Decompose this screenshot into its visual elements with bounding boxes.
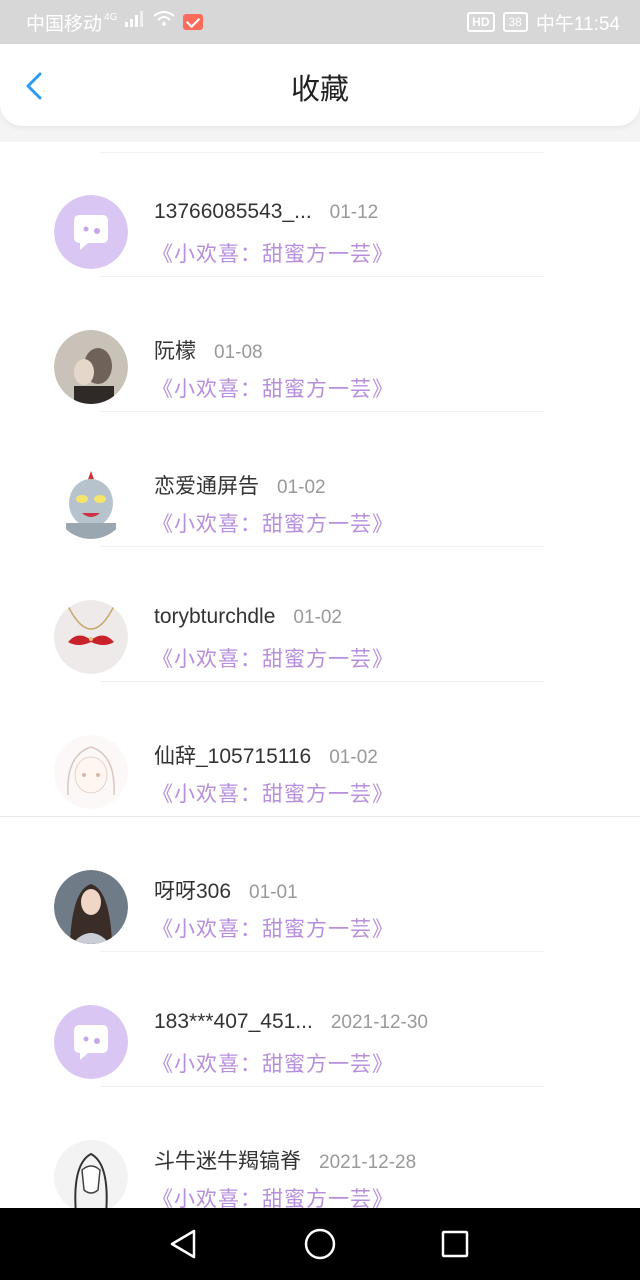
clock: 中午11:54 xyxy=(535,13,620,35)
wifi-icon xyxy=(153,11,175,33)
hd-badge: HD xyxy=(467,12,495,32)
user-name: 呀呀306 xyxy=(154,880,232,903)
list-item[interactable]: torybturchdle 01-02 《小欢喜：甜蜜方一芸》 xyxy=(0,547,640,682)
book-title-link[interactable]: 《小欢喜：甜蜜方一芸》 xyxy=(152,913,394,943)
triangle-back-icon xyxy=(170,1229,196,1259)
signal-icon xyxy=(125,11,145,33)
user-name: 斗牛迷牛羯镐脊 xyxy=(154,1150,301,1173)
book-title-link[interactable]: 《小欢喜：甜蜜方一芸》 xyxy=(152,778,394,808)
item-date: 01-08 xyxy=(214,342,263,363)
book-title-link[interactable]: 《小欢喜：甜蜜方一芸》 xyxy=(152,373,394,403)
user-name: 183***407_451... xyxy=(154,1010,313,1033)
book-title-link[interactable]: 《小欢喜：甜蜜方一芸》 xyxy=(152,1048,394,1078)
list-item[interactable]: 阮檬 01-08 《小欢喜：甜蜜方一芸》 xyxy=(0,277,640,412)
chat-bubble-avatar xyxy=(54,1005,128,1079)
book-title-link[interactable]: 《小欢喜：甜蜜方一芸》 xyxy=(152,508,394,538)
nav-recents-button[interactable] xyxy=(435,1224,475,1264)
circle-home-icon xyxy=(304,1228,336,1260)
list-item[interactable]: 斗牛迷牛羯镐脊 2021-12-28 《小欢喜：甜蜜方一芸》 xyxy=(0,1087,640,1208)
square-recents-icon xyxy=(441,1230,469,1258)
chat-bubble-avatar xyxy=(54,195,128,269)
list-item[interactable]: 13766085543_... 01-12 《小欢喜：甜蜜方一芸》 xyxy=(0,142,640,277)
nav-home-button[interactable] xyxy=(300,1224,340,1264)
book-title-link[interactable]: 《小欢喜：甜蜜方一芸》 xyxy=(152,643,394,673)
carrier-label: 中国移动 xyxy=(26,13,103,35)
battery-icon: 38 xyxy=(502,12,528,32)
user-name: torybturchdle xyxy=(154,605,276,628)
notification-icon xyxy=(183,14,204,30)
item-date: 2021-12-30 xyxy=(330,1012,429,1033)
app-header: 收藏 xyxy=(0,44,640,126)
item-date: 01-02 xyxy=(293,607,343,628)
item-date: 01-02 xyxy=(277,477,326,498)
item-date: 2021-12-28 xyxy=(319,1152,417,1173)
sketch-avatar xyxy=(54,1140,128,1208)
user-name: 13766085543_... xyxy=(154,200,312,223)
photo-avatar xyxy=(54,330,128,404)
list-item[interactable]: 仙辞_105715116 01-02 《小欢喜：甜蜜方一芸》 xyxy=(0,682,640,817)
item-date: 01-12 xyxy=(329,202,379,223)
mustache-necklace-avatar xyxy=(54,600,128,674)
favorites-list: 13766085543_... 01-12 《小欢喜：甜蜜方一芸》 阮檬 01-08… xyxy=(0,142,640,1208)
item-date: 01-02 xyxy=(329,747,378,768)
system-nav-bar xyxy=(0,1208,640,1280)
user-name: 阮檬 xyxy=(154,340,196,363)
user-name: 恋爱通屏告 xyxy=(154,475,259,498)
book-title-link[interactable]: 《小欢喜：甜蜜方一芸》 xyxy=(152,238,394,268)
page-title: 收藏 xyxy=(290,74,349,106)
list-item[interactable]: 恋爱通屏告 01-02 《小欢喜：甜蜜方一芸》 xyxy=(0,412,640,547)
anime-sketch-avatar xyxy=(54,735,128,809)
photo-avatar xyxy=(54,870,128,944)
book-title-link[interactable]: 《小欢喜：甜蜜方一芸》 xyxy=(152,1183,394,1208)
ultraman-avatar xyxy=(54,465,128,539)
status-bar: 中国移动 4G HD 38 中午11:54 xyxy=(0,0,640,44)
nav-back-button[interactable] xyxy=(164,1224,204,1264)
item-date: 01-01 xyxy=(249,882,298,903)
user-name: 仙辞_105715116 xyxy=(154,745,312,768)
list-item[interactable]: 呀呀306 01-01 《小欢喜：甜蜜方一芸》 xyxy=(0,817,640,952)
list-item[interactable]: 183***407_451... 2021-12-30 《小欢喜：甜蜜方一芸》 xyxy=(0,952,640,1087)
network-label: 4G xyxy=(104,11,118,23)
